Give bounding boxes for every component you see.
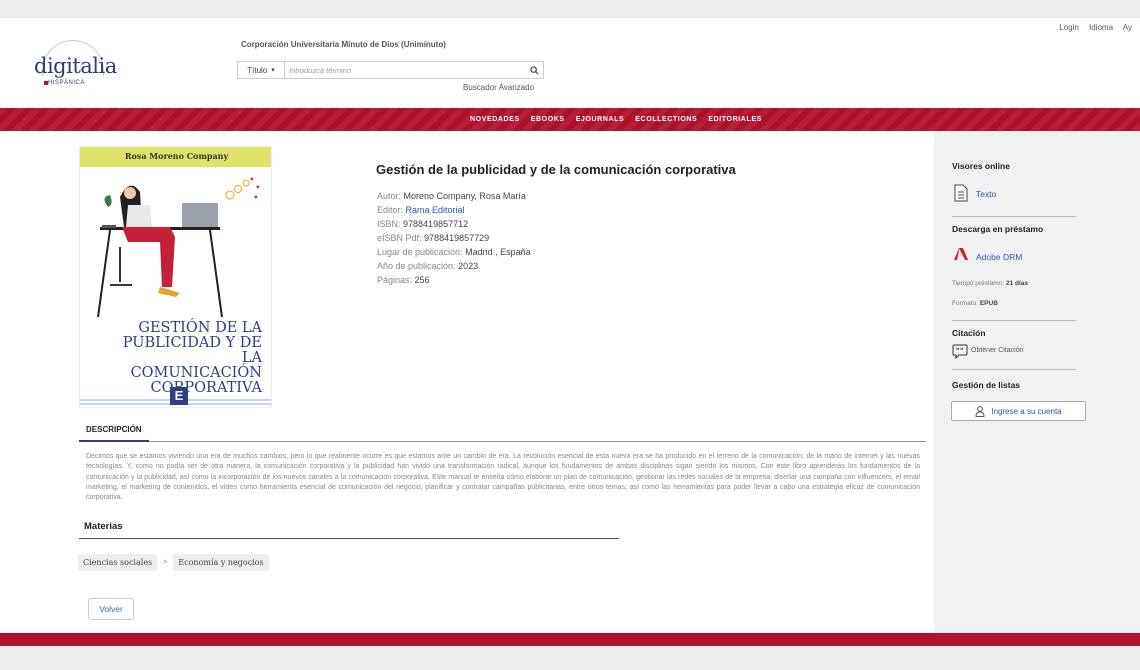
nav-novedades[interactable]: NOVEDADES (470, 116, 520, 123)
publisher-logo: E (170, 387, 188, 405)
meta-value: 9788419857729 (424, 233, 490, 243)
citation-heading: Citación (952, 328, 986, 338)
nav-ecollections[interactable]: ECOLLECTIONS (635, 116, 697, 123)
breadcrumb-separator: > (163, 559, 168, 566)
meta-year: Año de publicación: 2023 (377, 259, 531, 273)
loan-heading: Descarga en préstamo (952, 224, 1044, 234)
viewers-heading: Visores online (952, 161, 1010, 171)
meta-label: Autor: (377, 191, 402, 201)
advanced-search-link[interactable]: Buscador Avanzado (463, 83, 534, 92)
user-icon (975, 405, 985, 417)
editor-link[interactable]: Rama Editorial (406, 205, 465, 215)
search-icon (529, 65, 539, 75)
svg-text:♥: ♥ (256, 185, 260, 191)
meta-pages: Páginas: 256 (377, 273, 531, 287)
book-cover: Rosa Moreno Company ♥ ♥ ♥ GESTIÓN DE LA … (79, 146, 272, 408)
footer-bar (0, 633, 1140, 646)
subject-economia-negocios[interactable]: Economía y negocios (173, 554, 269, 571)
format-label: Formato: (952, 300, 979, 307)
nav-ejournals[interactable]: EJOURNALS (576, 116, 625, 123)
login-account-button[interactable]: Ingrese a su cuenta (951, 401, 1086, 421)
get-citation-link[interactable]: Obtener Citación (971, 347, 1024, 354)
chevron-down-icon: ▾ (271, 67, 275, 74)
svg-text:♥: ♥ (254, 195, 258, 201)
meta-value: Madrid , España (465, 247, 531, 257)
logo-word: digitalia (34, 54, 117, 78)
logo-sub: HISPÁNICA (48, 80, 85, 86)
meta-label: Lugar de publicación: (377, 247, 463, 257)
meta-author: Autor: Moreno Company, Rosa María (377, 189, 531, 203)
format-value: EPUB (979, 300, 998, 307)
svg-text:": " (960, 348, 963, 355)
header: Login Idioma Ay digitalia HISPÁNICA Corp… (0, 18, 1140, 108)
top-strip (0, 0, 1140, 18)
search-field-value: Título (247, 65, 268, 75)
main-nav: NOVEDADES EBOOKS EJOURNALS ECOLLECTIONS … (0, 108, 1140, 131)
loan-time-value: 21 días (1005, 280, 1028, 287)
lists-heading: Gestión de listas (952, 380, 1021, 390)
sidebar-divider (952, 320, 1076, 321)
svg-text:": " (956, 348, 959, 355)
nav-editoriales[interactable]: EDITORIALES (708, 116, 762, 123)
meta-label: Editor: (377, 205, 404, 215)
language-link[interactable]: Idioma (1089, 23, 1113, 32)
nav-ebooks[interactable]: EBOOKS (531, 116, 565, 123)
top-links: Login Idioma Ay (1059, 23, 1140, 32)
search-bar: Título ▾ Introduzca término (237, 61, 544, 79)
loan-time-label: Tiempo préstamo: (952, 280, 1005, 287)
meta-value: Moreno Company, Rosa María (403, 191, 526, 201)
back-button[interactable]: Volver (88, 598, 134, 620)
meta-value: 2023 (458, 261, 479, 271)
description-text: Decimos que se estamos viviendo una era … (86, 453, 920, 502)
sidebar-divider (952, 369, 1076, 370)
subjects-breadcrumb: Ciencias sociales > Economía y negocios (78, 554, 269, 571)
adobe-icon (954, 248, 968, 260)
adobe-drm-link[interactable]: Adobe DRM (976, 252, 1022, 262)
document-icon (954, 184, 968, 202)
meta-label: ISBN: (377, 219, 401, 229)
search-field-select[interactable]: Título ▾ (238, 62, 285, 78)
digitalia-logo[interactable]: digitalia HISPÁNICA (34, 40, 117, 90)
meta-place: Lugar de publicación: Madrid , España (377, 245, 531, 259)
loan-time: Tiempo préstamo: 21 días (952, 280, 1028, 287)
meta-value: 9788419857712 (403, 219, 469, 229)
description-tabs: DESCRIPCIÓN (79, 423, 926, 442)
svg-text:♥: ♥ (250, 177, 254, 183)
format: Formato: EPUB (952, 300, 998, 307)
search-button[interactable] (525, 62, 543, 78)
viewer-text-link[interactable]: Texto (976, 189, 996, 199)
book-metadata: Autor: Moreno Company, Rosa María Editor… (377, 189, 531, 287)
login-account-label: Ingrese a su cuenta (991, 406, 1062, 416)
login-link[interactable]: Login (1059, 23, 1079, 32)
meta-isbn: ISBN: 9788419857712 (377, 217, 531, 231)
quote-icon: " " (952, 344, 968, 359)
search-input[interactable]: Introduzca término (285, 62, 525, 78)
meta-editor: Editor: Rama Editorial (377, 203, 531, 217)
tab-description[interactable]: DESCRIPCIÓN (79, 423, 149, 442)
meta-label: Año de publicación: (377, 261, 456, 271)
meta-label: Páginas: (377, 275, 413, 285)
cover-title: GESTIÓN DE LA PUBLICIDAD Y DE LA COMUNIC… (122, 320, 262, 396)
subject-ciencias-sociales[interactable]: Ciencias sociales (78, 554, 158, 571)
book-detail: Rosa Moreno Company ♥ ♥ ♥ GESTIÓN DE LA … (0, 131, 934, 633)
sidebar-divider (952, 216, 1076, 217)
sidebar: Visores online Texto Descarga en préstam… (934, 131, 1140, 633)
book-title: Gestión de la publicidad y de la comunic… (376, 162, 736, 177)
meta-eisbn: eISBN Pdf: 9788419857729 (377, 231, 531, 245)
help-link[interactable]: Ay (1123, 23, 1132, 32)
footer (0, 646, 1140, 670)
subjects-heading: Materias (79, 521, 619, 539)
cover-author: Rosa Moreno Company (124, 151, 229, 161)
cover-illustration: ♥ ♥ ♥ (97, 177, 260, 318)
institution-name: Corporación Universitaria Minuto de Dios… (241, 40, 446, 49)
meta-label: eISBN Pdf: (377, 233, 422, 243)
meta-value: 256 (414, 275, 430, 285)
